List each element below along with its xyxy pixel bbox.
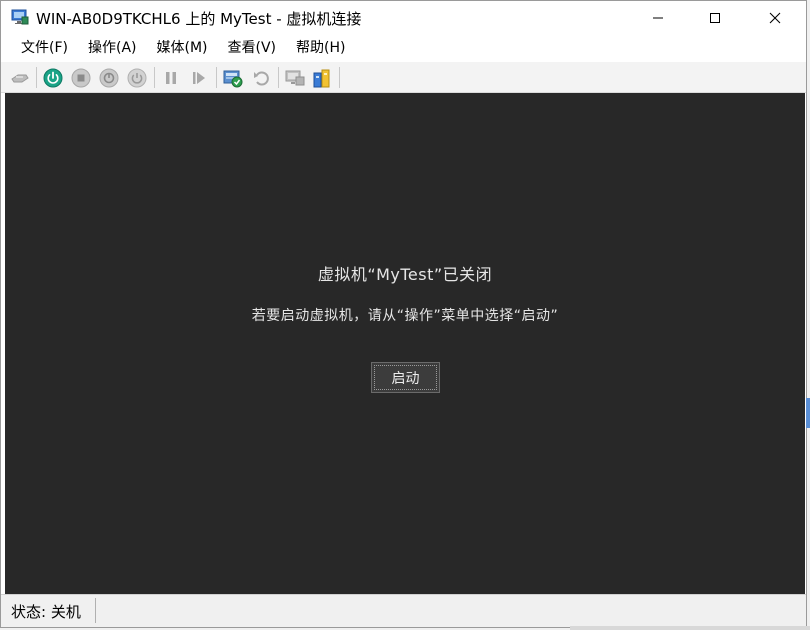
revert-icon	[254, 71, 269, 86]
turn-off-icon	[71, 68, 91, 88]
menu-media[interactable]: 媒体(M)	[147, 35, 218, 61]
checkpoint-icon	[223, 70, 243, 88]
vm-start-instructions: 若要启动虚拟机，请从“操作”菜单中选择“启动”	[251, 308, 559, 324]
resume-button[interactable]	[188, 67, 210, 89]
maximize-button[interactable]	[692, 1, 738, 34]
close-button[interactable]	[752, 1, 798, 34]
menu-help[interactable]: 帮助(H)	[286, 35, 355, 61]
shutdown-button[interactable]	[98, 67, 120, 89]
toolbar-separator	[216, 67, 217, 88]
save-button[interactable]	[126, 67, 148, 89]
window-title: WIN-AB0D9TKCHL6 上的 MyTest - 虚拟机连接	[36, 10, 362, 28]
toolbar	[1, 62, 806, 93]
share-icon	[313, 69, 330, 88]
minimize-button[interactable]	[635, 1, 681, 34]
share-button[interactable]	[311, 67, 333, 89]
vm-state-text: 状态: 关机	[11, 603, 81, 621]
vm-connect-app-icon	[11, 9, 29, 25]
start-button[interactable]	[42, 67, 64, 89]
menu-view[interactable]: 查看(V)	[218, 35, 287, 61]
toolbar-separator	[36, 67, 37, 88]
start-vm-button[interactable]: 启动	[371, 362, 440, 393]
turn-off-button[interactable]	[70, 67, 92, 89]
menu-action[interactable]: 操作(A)	[78, 35, 147, 61]
toolbar-separator	[154, 67, 155, 88]
enhanced-session-button[interactable]	[284, 67, 306, 89]
title-bar[interactable]: WIN-AB0D9TKCHL6 上的 MyTest - 虚拟机连接	[1, 1, 806, 34]
status-bar: 状态: 关机	[1, 594, 806, 627]
resume-icon	[193, 72, 205, 84]
save-icon	[127, 68, 147, 88]
start-icon	[43, 68, 63, 88]
minimize-icon	[653, 17, 663, 18]
ctrl-alt-del-button[interactable]	[9, 67, 31, 89]
menu-file[interactable]: 文件(F)	[11, 35, 78, 61]
toolbar-separator	[278, 67, 279, 88]
background-window-edge	[806, 398, 810, 428]
vm-display[interactable]: 虚拟机“MyTest”已关闭 若要启动虚拟机，请从“操作”菜单中选择“启动” 启…	[5, 93, 805, 594]
checkpoint-button[interactable]	[222, 67, 244, 89]
background-window-edge	[570, 626, 810, 630]
ctrl-alt-del-icon	[11, 74, 29, 83]
vm-connection-window: WIN-AB0D9TKCHL6 上的 MyTest - 虚拟机连接 文件(F) …	[0, 0, 807, 628]
close-icon	[769, 12, 781, 23]
maximize-icon	[710, 12, 720, 23]
vm-status-heading: 虚拟机“MyTest”已关闭	[317, 265, 493, 284]
menu-bar: 文件(F) 操作(A) 媒体(M) 查看(V) 帮助(H)	[1, 34, 806, 62]
enhanced-session-icon	[285, 70, 305, 86]
toolbar-separator	[339, 67, 340, 88]
pause-icon	[166, 72, 176, 84]
status-separator	[95, 598, 96, 623]
revert-button[interactable]	[250, 67, 272, 89]
pause-button[interactable]	[160, 67, 182, 89]
shutdown-icon	[99, 68, 119, 88]
